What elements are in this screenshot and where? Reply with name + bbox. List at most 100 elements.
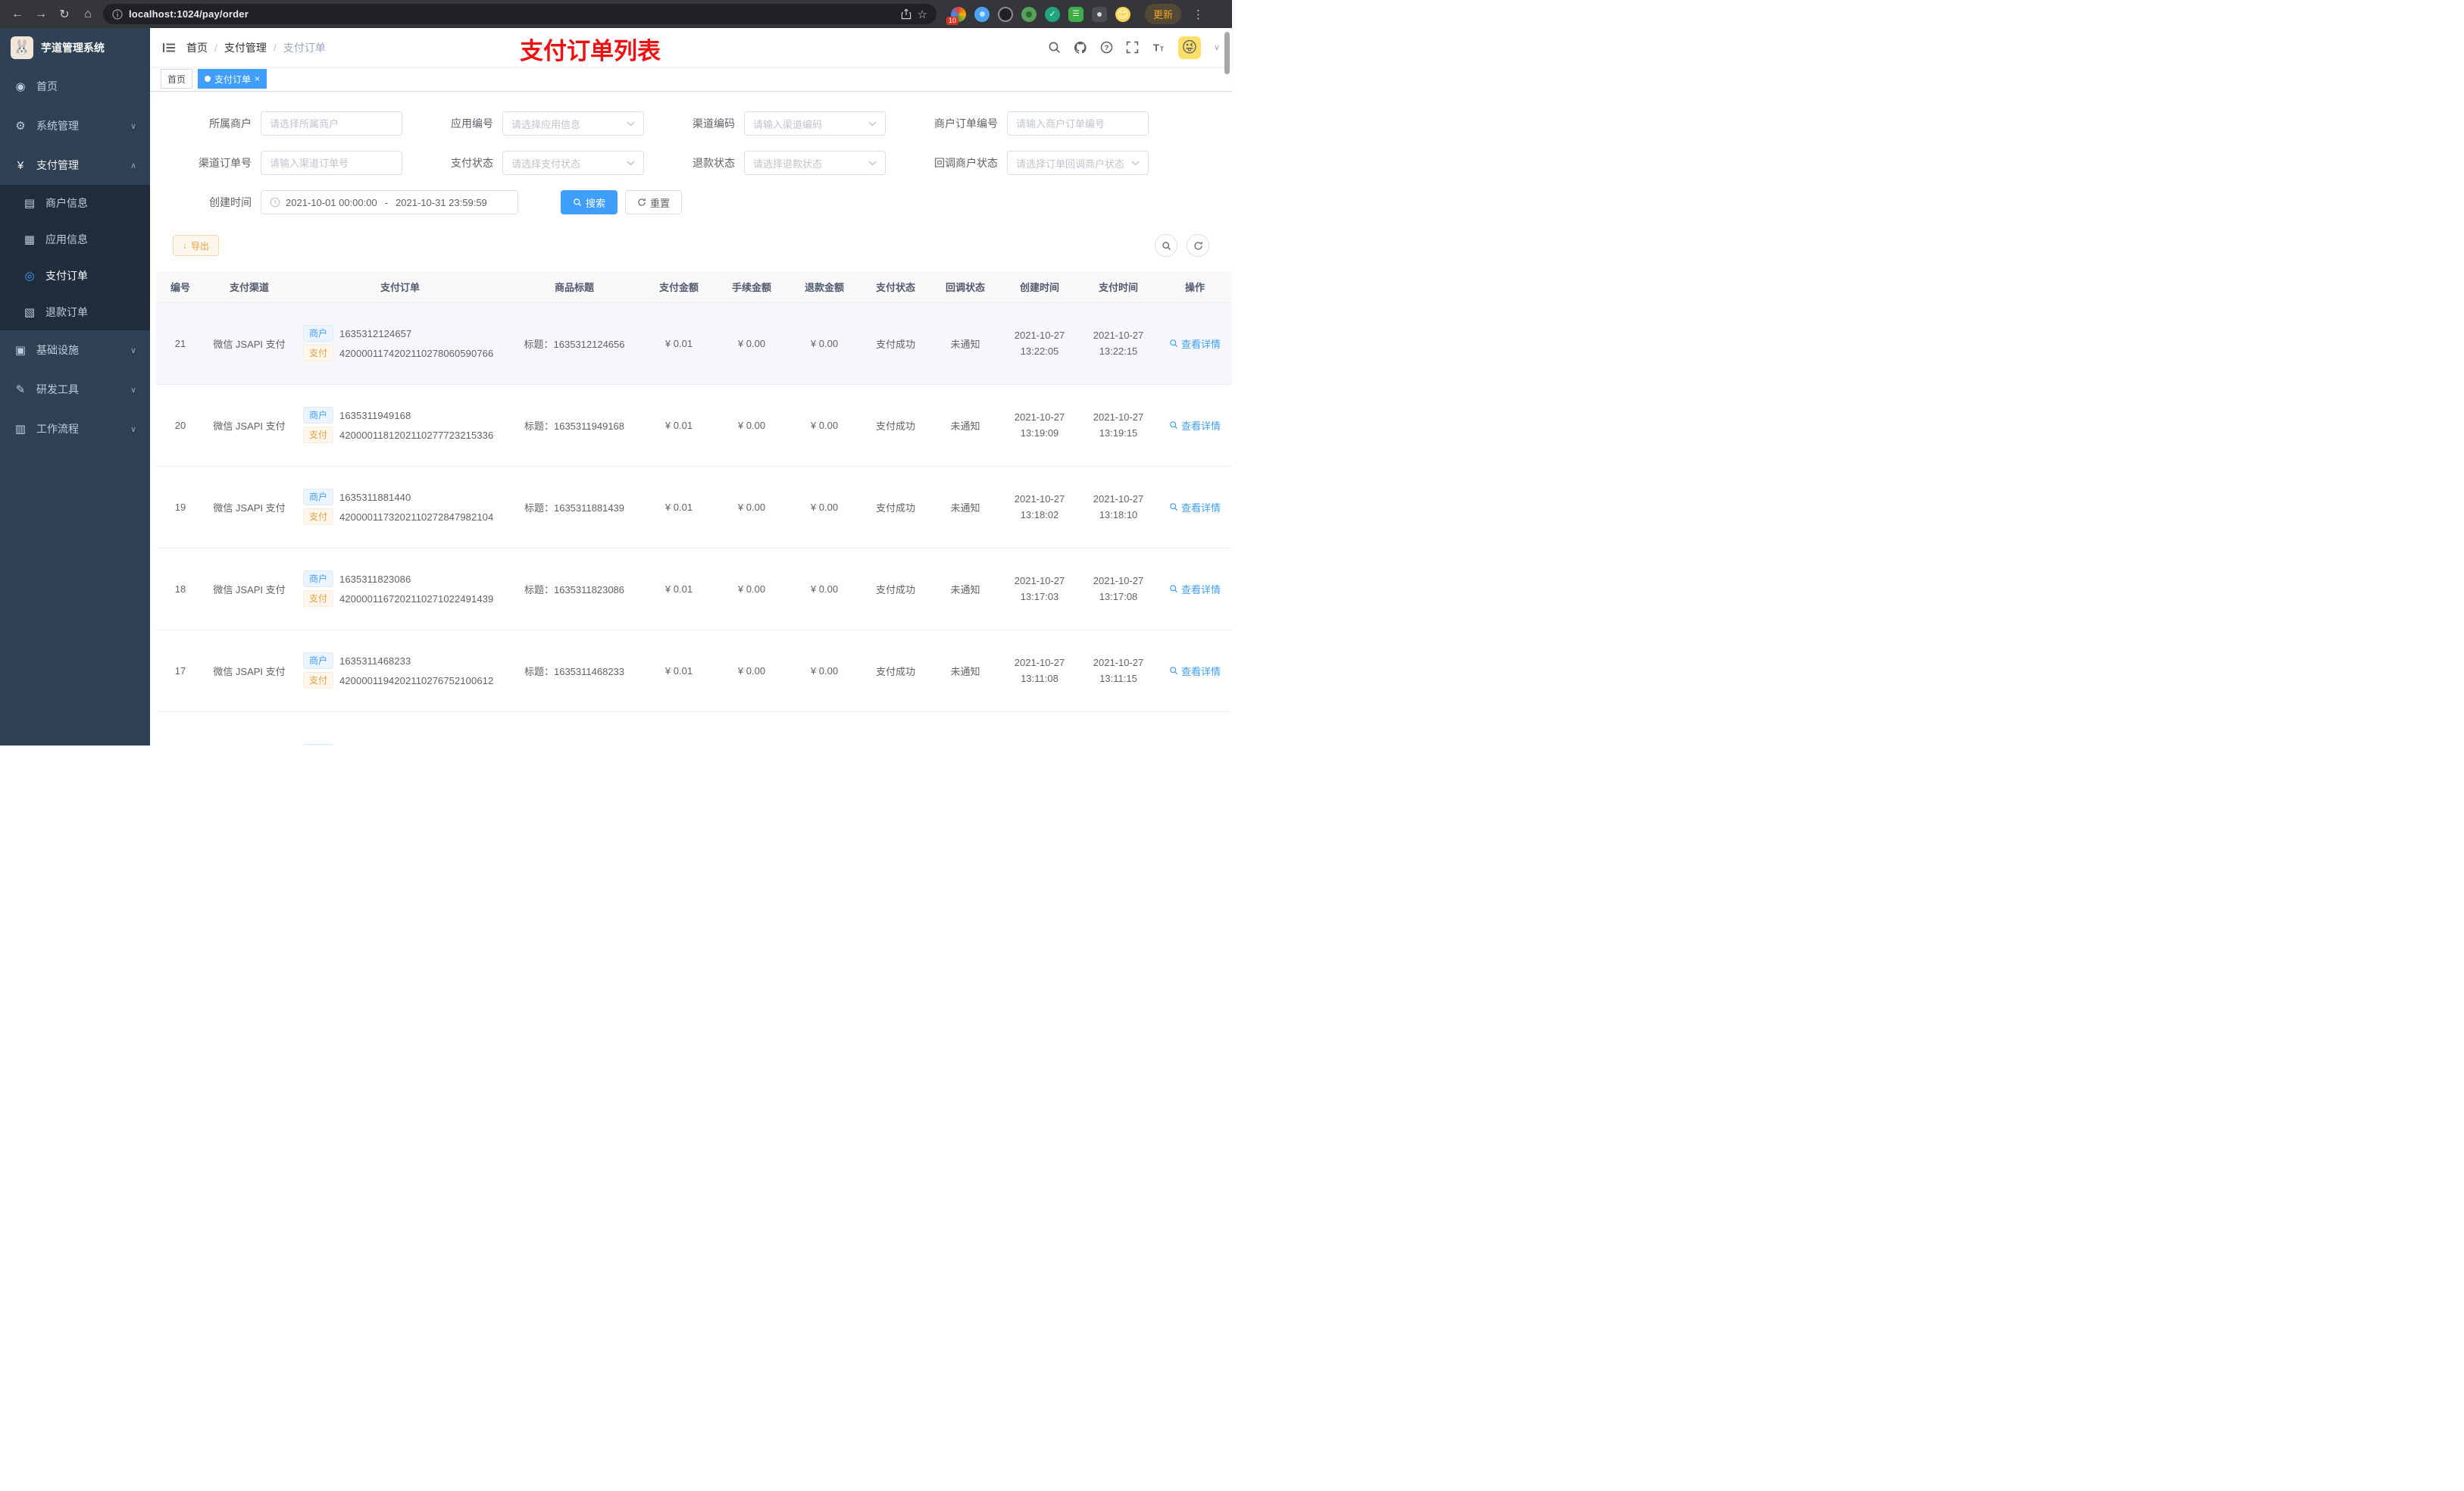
cell-action: 查看详情 — [1158, 466, 1232, 549]
channel-code-select[interactable]: 请输入渠道编码 — [744, 111, 886, 136]
cell-action: 查看详情 — [1158, 384, 1232, 467]
filter-create-time: 创建时间 2021-10-01 00:00:00 - 2021-10-31 23… — [173, 190, 518, 214]
filter-pay-status: 支付状态 请选择支付状态 — [425, 151, 644, 175]
chevron-down-icon: ∨ — [130, 345, 136, 355]
tab-pay-order[interactable]: 支付订单 × — [198, 69, 267, 89]
merchant-tag: 商户 — [303, 407, 334, 424]
share-icon[interactable] — [901, 8, 911, 20]
cell-notify — [930, 711, 1000, 746]
pay-tag: 支付 — [303, 508, 334, 525]
fullscreen-icon[interactable] — [1126, 41, 1139, 54]
address-bar[interactable]: localhost:1024/pay/order ☆ — [103, 4, 937, 24]
breadcrumb-payment[interactable]: 支付管理 — [224, 40, 267, 55]
url-text: localhost:1024/pay/order — [129, 8, 249, 20]
cell-refund: ¥ 0.00 — [788, 466, 861, 549]
toggle-search-button[interactable] — [1155, 234, 1177, 257]
view-detail-link[interactable]: 查看详情 — [1169, 500, 1221, 514]
sidebar-item-dev-tools[interactable]: ✎ 研发工具 ∨ — [0, 370, 150, 409]
close-icon[interactable]: × — [255, 73, 260, 84]
cell-title — [506, 711, 643, 746]
column-header-6: 退款金额 — [788, 272, 861, 303]
merchant-input[interactable] — [261, 111, 402, 136]
sidebar-item-refund-order[interactable]: ▧ 退款订单 — [0, 294, 150, 330]
forward-icon[interactable]: → — [33, 8, 49, 21]
extension-icon-colorful[interactable]: 10 — [946, 6, 966, 25]
export-button[interactable]: ↓ 导出 — [173, 235, 220, 256]
view-detail-link[interactable]: 查看详情 — [1169, 664, 1221, 678]
merchant-tag: 商户 — [303, 570, 334, 587]
font-size-icon[interactable]: TT — [1152, 41, 1165, 54]
tools-icon: ✎ — [15, 383, 26, 396]
channel-order-no: 4200001194202110276752100612 — [339, 674, 494, 686]
extension-icon-dark-ring[interactable] — [998, 6, 1013, 22]
pay-status-select[interactable]: 请选择支付状态 — [502, 151, 644, 175]
hamburger-icon[interactable] — [162, 41, 176, 55]
briefcase-icon: ▥ — [14, 423, 27, 436]
page-scrollbar[interactable] — [1224, 32, 1230, 74]
cell-id — [156, 711, 205, 746]
browser-menu-icon[interactable]: ⋮ — [1193, 8, 1204, 21]
cell-pay-time: 2021-10-27 13:17:08 — [1079, 548, 1158, 630]
sidebar-item-home[interactable]: ◉ 首页 — [0, 67, 150, 106]
extension-icon-drop[interactable] — [974, 6, 990, 22]
merchant-order-no-input[interactable] — [1007, 111, 1149, 136]
column-header-9: 创建时间 — [1000, 272, 1079, 303]
sidebar-item-app-info[interactable]: ▦ 应用信息 — [0, 221, 150, 258]
search-button[interactable]: 搜索 — [561, 190, 618, 214]
sidebar-item-infrastructure[interactable]: ▣ 基础设施 ∨ — [0, 330, 150, 370]
channel-order-no-input[interactable] — [261, 151, 402, 175]
cell-fee: ¥ 0.00 — [715, 630, 788, 712]
back-icon[interactable]: ← — [9, 8, 26, 21]
column-header-4: 支付金额 — [643, 272, 715, 303]
sidebar-item-system[interactable]: ⚙ 系统管理 ∨ — [0, 106, 150, 145]
extension-icon-green[interactable] — [1021, 6, 1037, 22]
cell-pay-time: 2021-10-27 13:22:15 — [1079, 302, 1158, 385]
yen-icon: ¥ — [17, 158, 24, 172]
view-detail-link[interactable]: 查看详情 — [1169, 582, 1221, 596]
sidebar-item-pay-order[interactable]: ◎ 支付订单 — [0, 258, 150, 294]
view-detail-link[interactable]: 查看详情 — [1169, 418, 1221, 433]
cell-status: 支付成功 — [861, 466, 930, 549]
magnifier-icon — [1170, 421, 1178, 430]
bookmark-star-icon[interactable]: ☆ — [918, 8, 927, 21]
app-id-select[interactable]: 请选择应用信息 — [502, 111, 644, 136]
tab-home[interactable]: 首页 — [161, 69, 193, 89]
notify-status-select[interactable]: 请选择订单回调商户状态 — [1007, 151, 1149, 175]
sidebar-item-payment[interactable]: ¥ 支付管理 ∧ — [0, 145, 150, 185]
date-range-input[interactable]: 2021-10-01 00:00:00 - 2021-10-31 23:59:5… — [261, 190, 518, 214]
chrome-update-button[interactable]: 更新 — [1145, 4, 1182, 24]
refresh-table-button[interactable] — [1187, 234, 1209, 257]
reset-button[interactable]: 重置 — [625, 190, 683, 214]
reload-icon[interactable]: ↻ — [56, 7, 73, 22]
extension-icon-pin[interactable] — [1092, 6, 1107, 22]
home-icon[interactable]: ⌂ — [80, 8, 96, 21]
magnifier-icon — [1170, 339, 1178, 348]
site-info-icon[interactable] — [112, 8, 123, 20]
refund-status-select[interactable]: 请选择退款状态 — [744, 151, 886, 175]
help-icon[interactable]: ? — [1100, 41, 1113, 54]
cell-action: 查看详情 — [1158, 548, 1232, 630]
breadcrumb-home[interactable]: 首页 — [186, 40, 208, 55]
merchant-tag: 商户 — [303, 489, 334, 505]
github-icon[interactable] — [1074, 41, 1087, 55]
column-header-1: 支付渠道 — [205, 272, 294, 303]
app-title: 芋道管理系统 — [41, 41, 105, 54]
avatar-caret-icon[interactable]: ∨ — [1214, 42, 1220, 52]
cell-channel: 微信 JSAPI 支付 — [205, 630, 294, 712]
browser-profile-avatar[interactable]: 😊 — [1115, 6, 1130, 22]
channel-order-no: 4200001181202110277723215336 — [339, 429, 494, 441]
page-title-annotation: 支付订单列表 — [520, 38, 661, 64]
card-icon: ▤ — [23, 197, 36, 210]
extension-icon-chat[interactable]: ☰ — [1068, 6, 1083, 22]
refresh-icon — [1193, 241, 1202, 250]
cell-title: 标题：1635311468233 — [506, 630, 643, 712]
cell-notify: 未通知 — [930, 384, 1000, 467]
cell-channel: 微信 JSAPI 支付 — [205, 384, 294, 467]
search-icon[interactable] — [1048, 41, 1061, 54]
sidebar-item-workflow[interactable]: ▥ 工作流程 ∨ — [0, 409, 150, 449]
user-avatar[interactable]: 😜 — [1177, 36, 1201, 59]
sidebar-item-merchant-info[interactable]: ▤ 商户信息 — [0, 185, 150, 221]
view-detail-link[interactable]: 查看详情 — [1169, 336, 1221, 351]
breadcrumb: 首页 / 支付管理 / 支付订单 — [186, 40, 326, 55]
extension-icon-check[interactable]: ✓ — [1045, 6, 1060, 22]
